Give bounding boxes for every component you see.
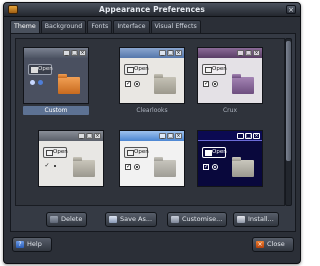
- window-close-button[interactable]: ×: [286, 5, 296, 14]
- theme-grid: _ □ × Open Custom _ □ × Open ✓ Clearlook…: [15, 38, 285, 206]
- open-button-preview: Open: [124, 64, 149, 75]
- theme-thumbnail-clearlooks[interactable]: _ □ × Open ✓: [119, 47, 185, 104]
- save-icon: [109, 216, 117, 223]
- theme-panel: _ □ × Open Custom _ □ × Open ✓ Clearlook…: [10, 33, 296, 232]
- install-button-label: Install...: [248, 215, 274, 223]
- thumbnail-titlebar: _ □ ×: [24, 48, 88, 58]
- checkbox-icon: ✓: [203, 163, 210, 170]
- maximize-icon: □: [245, 133, 252, 139]
- close-icon: ×: [175, 133, 182, 139]
- open-button-preview: Open: [202, 147, 227, 158]
- folder-icon: [232, 74, 254, 94]
- radio-icon: [212, 164, 218, 170]
- theme-thumbnail-custom[interactable]: _ □ × Open: [23, 47, 89, 104]
- customise-button-label: Customise...: [182, 215, 223, 223]
- theme-label-4[interactable]: [38, 189, 104, 198]
- delete-button[interactable]: Delete: [46, 212, 88, 227]
- close-icon: ×: [79, 50, 86, 56]
- radio-icon: [212, 81, 218, 87]
- customise-button[interactable]: Customise...: [167, 212, 228, 227]
- thumbnail-titlebar: _ □ ×: [198, 131, 262, 141]
- theme-label-5[interactable]: [119, 189, 185, 198]
- tab-fonts[interactable]: Fonts: [87, 20, 113, 33]
- tab-strip: Theme Background Fonts Interface Visual …: [10, 20, 202, 33]
- theme-thumbnail-5[interactable]: _ □ × Open ✓: [119, 130, 185, 187]
- radio-icon: [30, 80, 35, 85]
- save-as-button[interactable]: Save As...: [105, 212, 158, 227]
- checkbox-icon: ✓: [44, 162, 50, 169]
- maximize-icon: □: [167, 50, 174, 56]
- close-button-label: Close: [267, 240, 285, 248]
- maximize-icon: □: [71, 50, 78, 56]
- maximize-icon: □: [245, 50, 252, 56]
- theme-thumbnail-4[interactable]: _ □ × Open ✓: [38, 130, 104, 187]
- open-button-preview: Open: [28, 64, 53, 75]
- install-icon: [237, 216, 245, 223]
- close-icon: ×: [175, 50, 182, 56]
- thumbnail-titlebar: _ □ ×: [120, 48, 184, 58]
- theme-thumbnail-6[interactable]: _ □ × Open ✓: [197, 130, 263, 187]
- minimize-icon: _: [237, 133, 244, 139]
- minimize-icon: _: [159, 133, 166, 139]
- theme-thumbnail-crux[interactable]: _ □ × Open ✓: [197, 47, 263, 104]
- minimize-icon: _: [78, 133, 85, 139]
- minimize-icon: _: [237, 50, 244, 56]
- maximize-icon: □: [86, 133, 93, 139]
- thumbnail-titlebar: _ □ ×: [39, 131, 103, 141]
- thumbnail-titlebar: _ □ ×: [120, 131, 184, 141]
- theme-label-crux[interactable]: Crux: [197, 106, 263, 115]
- radio-icon: [134, 164, 140, 170]
- open-button-preview: Open: [202, 64, 227, 75]
- folder-icon: [58, 74, 80, 94]
- title-bar: Appearance Preferences ×: [4, 3, 300, 17]
- help-icon: ?: [16, 241, 24, 248]
- tab-visual-effects[interactable]: Visual Effects: [150, 20, 201, 33]
- delete-icon: [50, 216, 58, 223]
- minimize-icon: _: [159, 50, 166, 56]
- help-button[interactable]: ? Help: [12, 237, 52, 252]
- checkbox-icon: ✓: [203, 80, 210, 87]
- close-icon: ×: [256, 241, 264, 248]
- radio-icon: [134, 81, 140, 87]
- delete-button-label: Delete: [61, 215, 83, 223]
- theme-grid-scrollbar[interactable]: [285, 38, 292, 206]
- scrollbar-thumb[interactable]: [286, 41, 291, 161]
- appearance-preferences-window: Appearance Preferences × Theme Backgroun…: [3, 2, 301, 264]
- thumbnail-titlebar: _ □ ×: [198, 48, 262, 58]
- open-button-preview: Open: [43, 147, 68, 158]
- folder-icon: [232, 157, 254, 177]
- theme-label-6[interactable]: [197, 189, 263, 198]
- help-button-label: Help: [27, 240, 42, 248]
- customise-icon: [171, 216, 179, 223]
- install-button[interactable]: Install...: [233, 212, 279, 227]
- folder-icon: [154, 74, 176, 94]
- close-icon: ×: [94, 133, 101, 139]
- checkbox-icon: ✓: [125, 163, 132, 170]
- open-button-preview: Open: [124, 147, 149, 158]
- maximize-icon: □: [167, 133, 174, 139]
- tab-interface[interactable]: Interface: [113, 20, 150, 33]
- window-title: Appearance Preferences: [99, 5, 205, 14]
- tab-theme[interactable]: Theme: [10, 20, 40, 33]
- save-as-button-label: Save As...: [120, 215, 153, 223]
- close-icon: ×: [253, 50, 260, 56]
- folder-icon: [73, 157, 95, 177]
- theme-label-custom[interactable]: Custom: [23, 106, 89, 115]
- folder-icon: [154, 157, 176, 177]
- radio-selected-icon: [38, 80, 43, 85]
- close-icon: ×: [253, 133, 260, 139]
- checkbox-icon: ✓: [125, 80, 132, 87]
- theme-label-clearlooks[interactable]: Clearlooks: [119, 106, 185, 115]
- radio-icon: [53, 164, 59, 170]
- tab-background[interactable]: Background: [40, 20, 87, 33]
- close-button[interactable]: × Close: [252, 237, 294, 252]
- minimize-icon: _: [63, 50, 70, 56]
